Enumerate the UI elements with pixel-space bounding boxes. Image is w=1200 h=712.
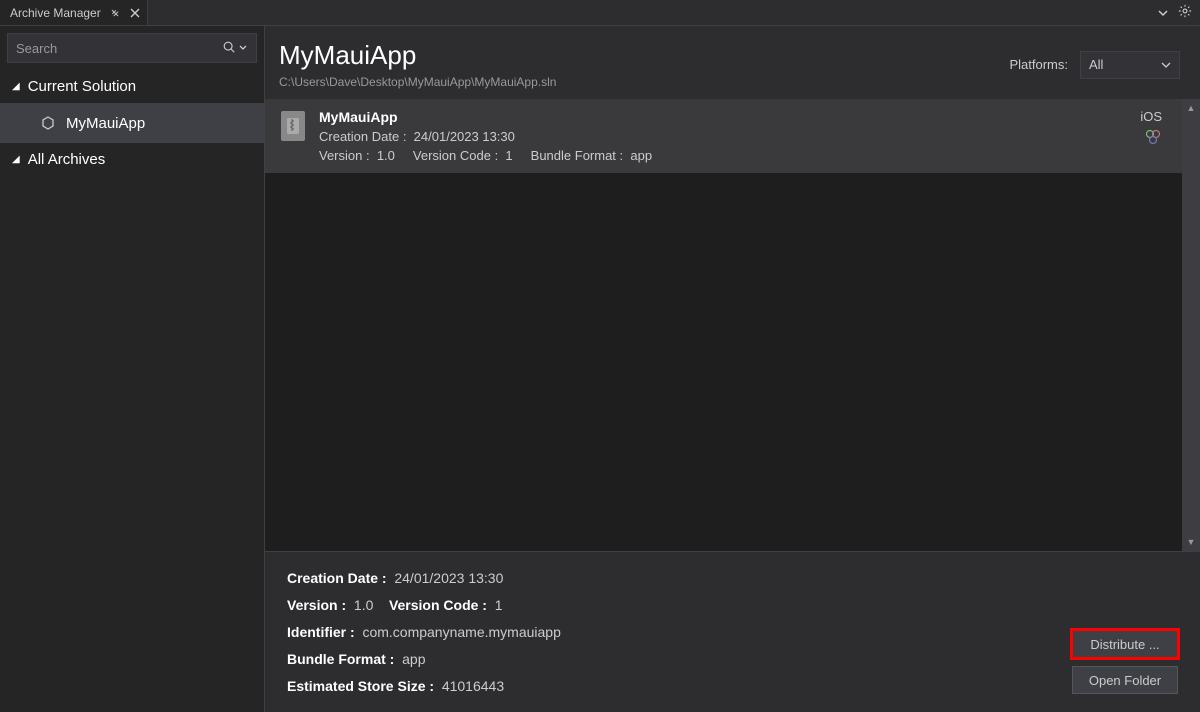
platforms-label: Platforms: <box>1009 57 1068 72</box>
search-icon[interactable] <box>222 40 236 57</box>
tab-archive-manager[interactable]: Archive Manager <box>0 0 148 25</box>
detail-bundle-format: Bundle Format : app <box>287 651 1072 667</box>
search-input[interactable] <box>16 41 222 56</box>
scrollbar[interactable]: ▲ ▼ <box>1182 99 1200 551</box>
pin-icon[interactable] <box>109 7 121 19</box>
archive-list-empty-area <box>265 173 1182 551</box>
expand-icon: ◢ <box>12 81 20 92</box>
archive-name: MyMauiApp <box>319 109 1126 125</box>
detail-version: Version : 1.0 Version Code : 1 <box>287 597 1072 613</box>
close-icon[interactable] <box>129 7 141 19</box>
page-title: MyMauiApp <box>279 40 1009 71</box>
sidebar-item-label: MyMauiApp <box>66 115 145 132</box>
sidebar-item-label: All Archives <box>28 151 106 168</box>
open-folder-button[interactable]: Open Folder <box>1072 666 1178 694</box>
solution-path: C:\Users\Dave\Desktop\MyMauiApp\MyMauiAp… <box>279 75 1009 89</box>
search-box[interactable] <box>7 33 257 63</box>
distribute-button[interactable]: Distribute ... <box>1072 630 1178 658</box>
sidebar-item-current-solution[interactable]: ◢ Current Solution <box>0 70 264 103</box>
detail-store-size: Estimated Store Size : 41016443 <box>287 678 1072 694</box>
scroll-up-icon[interactable]: ▲ <box>1182 99 1200 117</box>
platforms-dropdown[interactable]: All <box>1080 51 1180 79</box>
window-dropdown-icon[interactable] <box>1158 5 1168 20</box>
sidebar-item-all-archives[interactable]: ◢ All Archives <box>0 143 264 176</box>
details-pane: Creation Date : 24/01/2023 13:30 Version… <box>265 551 1200 712</box>
chevron-down-icon[interactable] <box>238 41 248 56</box>
detail-creation-date: Creation Date : 24/01/2023 13:30 <box>287 570 1072 586</box>
archive-file-icon <box>281 111 305 141</box>
expand-icon: ◢ <box>12 154 20 165</box>
gear-icon[interactable] <box>1178 4 1192 21</box>
title-bar: Archive Manager <box>0 0 1200 26</box>
hexagon-icon <box>40 115 56 131</box>
ios-platform-icon <box>1140 128 1162 151</box>
detail-identifier: Identifier : com.companyname.mymauiapp <box>287 624 1072 640</box>
sidebar-item-label: Current Solution <box>28 78 136 95</box>
archive-platform-label: iOS <box>1140 109 1162 124</box>
platforms-value: All <box>1089 57 1103 72</box>
sidebar-item-mymauiapp[interactable]: MyMauiApp <box>0 103 264 143</box>
tab-title: Archive Manager <box>10 6 101 20</box>
scroll-down-icon[interactable]: ▼ <box>1182 533 1200 551</box>
archive-list-item[interactable]: MyMauiApp Creation Date : 24/01/2023 13:… <box>265 99 1182 173</box>
sidebar: ◢ Current Solution MyMauiApp ◢ All Archi… <box>0 26 265 712</box>
content-header: MyMauiApp C:\Users\Dave\Desktop\MyMauiAp… <box>265 26 1200 99</box>
chevron-down-icon <box>1161 57 1171 72</box>
